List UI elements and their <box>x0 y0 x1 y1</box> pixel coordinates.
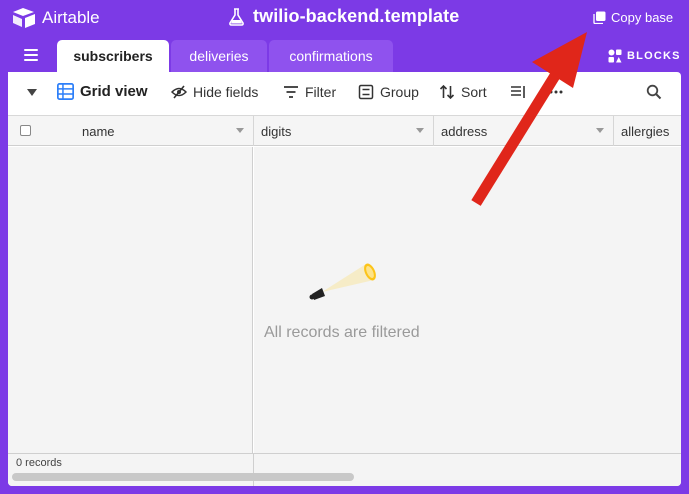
column-header-name[interactable]: name <box>8 116 254 146</box>
flashlight-icon <box>309 263 376 300</box>
views-toggle-icon[interactable] <box>27 89 37 96</box>
column-label: address <box>441 124 488 139</box>
hide-fields-label: Hide fields <box>193 84 259 100</box>
column-label: digits <box>261 124 292 139</box>
filter-icon <box>284 86 298 98</box>
copy-icon <box>593 11 606 24</box>
copy-base-button[interactable]: Copy base <box>593 10 673 25</box>
group-button[interactable]: Group <box>358 84 419 100</box>
eye-slash-icon <box>171 85 187 99</box>
view-toolbar: Grid view Hide fields Filter Group Sort <box>8 72 681 116</box>
airtable-logo[interactable]: Airtable <box>12 7 100 29</box>
airtable-logo-icon <box>13 8 35 28</box>
grid-footer: 0 records <box>8 453 681 486</box>
copy-base-label: Copy base <box>611 10 674 25</box>
more-icon <box>549 90 563 94</box>
tab-label: confirmations <box>289 48 373 64</box>
sort-label: Sort <box>461 84 487 100</box>
row-height-icon <box>511 86 525 98</box>
search-icon <box>646 84 662 100</box>
record-count: 0 records <box>16 457 62 469</box>
base-title[interactable]: twilio-backend.template <box>228 6 459 27</box>
blocks-icon <box>608 49 622 63</box>
tab-label: subscribers <box>73 48 153 64</box>
blocks-button[interactable]: BLOCKS <box>608 49 681 63</box>
filter-label: Filter <box>305 84 337 100</box>
filter-button[interactable]: Filter <box>283 84 336 100</box>
grid-icon <box>57 83 74 100</box>
chevron-down-icon[interactable] <box>236 128 244 133</box>
column-label: allergies <box>621 124 670 139</box>
tab-label: deliveries <box>189 48 249 64</box>
chevron-down-icon[interactable] <box>416 128 424 133</box>
more-button[interactable] <box>548 84 564 100</box>
sort-button[interactable]: Sort <box>439 84 487 100</box>
column-header-allergies[interactable]: allergies <box>614 116 681 146</box>
base-title-text: twilio-backend.template <box>253 6 460 26</box>
hamburger-icon[interactable] <box>24 49 38 62</box>
empty-state-message: All records are filtered <box>264 324 420 341</box>
column-label: name <box>82 124 115 139</box>
column-header-digits[interactable]: digits <box>254 116 434 146</box>
hide-fields-button[interactable]: Hide fields <box>171 84 258 100</box>
tab-deliveries[interactable]: deliveries <box>171 40 267 72</box>
app-name: Airtable <box>42 8 100 27</box>
group-label: Group <box>380 84 419 100</box>
table-tabs: subscribers deliveries confirmations BLO… <box>0 40 689 72</box>
grid-header: name digits address allergies <box>8 116 681 146</box>
tab-subscribers[interactable]: subscribers <box>57 40 169 72</box>
tab-confirmations[interactable]: confirmations <box>269 40 393 72</box>
search-button[interactable] <box>646 84 662 100</box>
view-switcher-button[interactable]: Grid view <box>57 83 148 100</box>
top-bar: Airtable twilio-backend.template Copy ba… <box>0 0 689 36</box>
horizontal-scrollbar[interactable] <box>12 473 354 481</box>
group-icon <box>358 84 374 100</box>
blocks-label: BLOCKS <box>627 50 681 62</box>
sort-icon <box>439 84 455 100</box>
row-height-button[interactable] <box>510 84 526 100</box>
flask-icon <box>229 7 244 26</box>
footer-divider <box>253 454 254 486</box>
column-header-address[interactable]: address <box>434 116 614 146</box>
table-panel: Grid view Hide fields Filter Group Sort … <box>8 72 681 486</box>
view-name: Grid view <box>80 83 148 100</box>
chevron-down-icon[interactable] <box>596 128 604 133</box>
primary-column-body <box>8 147 253 453</box>
